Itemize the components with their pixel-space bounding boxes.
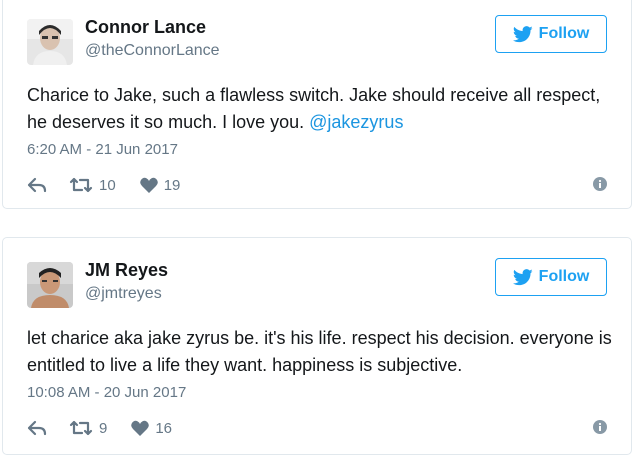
- retweet-icon: [69, 177, 93, 193]
- twitter-bird-icon: [512, 268, 533, 285]
- retweet-button[interactable]: 9: [69, 420, 107, 437]
- twitter-bird-icon: [512, 25, 533, 42]
- display-name[interactable]: JM Reyes: [85, 260, 168, 281]
- follow-label: Follow: [538, 25, 590, 42]
- user-handle[interactable]: @theConnorLance: [85, 42, 220, 60]
- follow-button[interactable]: Follow: [495, 15, 607, 53]
- tweet-text: Charice to Jake, such a flawless switch.…: [27, 82, 617, 136]
- heart-icon: [139, 177, 158, 193]
- avatar[interactable]: [27, 262, 73, 308]
- like-count: 19: [163, 176, 181, 194]
- tweet-card: JM Reyes @jmtreyes Follow let charice ak…: [2, 237, 632, 455]
- tweet-card: Connor Lance @theConnorLance Follow Char…: [2, 0, 632, 209]
- reply-button[interactable]: [27, 177, 47, 193]
- tweet-body: let charice aka jake zyrus be. it's his …: [27, 328, 612, 375]
- mention-link[interactable]: @jakezyrus: [309, 112, 403, 132]
- follow-label: Follow: [538, 268, 590, 285]
- avatar[interactable]: [27, 19, 73, 65]
- info-icon[interactable]: [593, 177, 607, 191]
- tweet-timestamp[interactable]: 10:08 AM - 20 Jun 2017: [27, 384, 186, 401]
- tweet-text: let charice aka jake zyrus be. it's his …: [27, 325, 617, 379]
- retweet-icon: [69, 420, 93, 436]
- tweet-actions: 10 19: [27, 175, 180, 195]
- like-button[interactable]: 16: [131, 420, 172, 437]
- display-name[interactable]: Connor Lance: [85, 17, 206, 38]
- info-icon[interactable]: [593, 420, 607, 434]
- retweet-button[interactable]: 10: [69, 177, 116, 194]
- reply-button[interactable]: [27, 420, 47, 436]
- tweet-timestamp[interactable]: 6:20 AM - 21 Jun 2017: [27, 141, 178, 158]
- like-count: 16: [155, 419, 173, 437]
- heart-icon: [131, 420, 150, 436]
- like-button[interactable]: 19: [139, 176, 181, 194]
- reply-icon: [27, 177, 47, 193]
- follow-button[interactable]: Follow: [495, 258, 607, 296]
- tweet-actions: 9 16: [27, 418, 172, 438]
- user-handle[interactable]: @jmtreyes: [85, 285, 162, 303]
- reply-icon: [27, 420, 47, 436]
- retweet-count: 10: [99, 176, 116, 194]
- retweet-count: 9: [99, 419, 108, 437]
